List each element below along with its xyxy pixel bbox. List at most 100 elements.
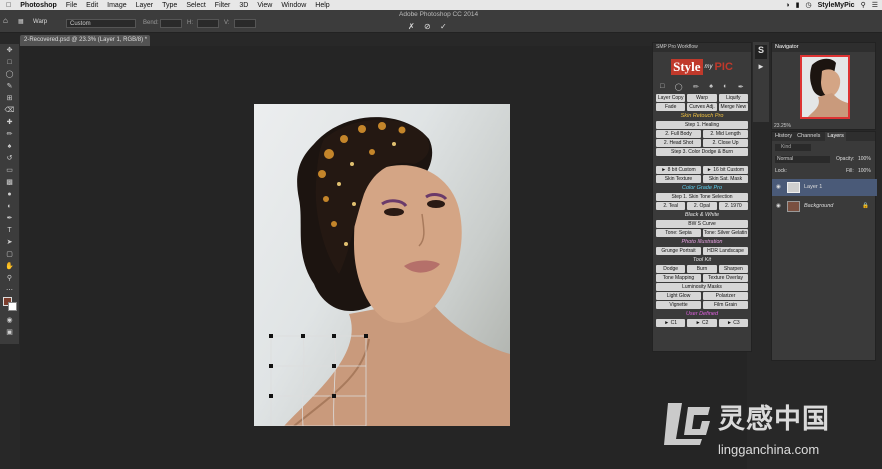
home-icon[interactable]: ⌂ (3, 16, 8, 25)
navigator-thumbnail[interactable] (800, 55, 850, 119)
smp-action-button[interactable]: Step 1. Skin Tone Selection (656, 193, 748, 201)
smp-action-button[interactable]: Warp (687, 94, 717, 102)
menu-type[interactable]: Type (162, 2, 177, 9)
zoom-tool-icon[interactable]: ⚲ (0, 272, 19, 284)
smp-action-button[interactable]: ► 16 bit Custom (703, 166, 748, 174)
smp-action-button[interactable]: Polarizer (703, 292, 748, 300)
clock-icon[interactable]: ◷ (806, 1, 812, 9)
smp-action-button[interactable]: Skin Texture (656, 175, 701, 183)
smp-action-button[interactable]: Grunge Portrait (656, 247, 701, 255)
move-tool-icon[interactable]: ✥ (0, 44, 19, 56)
crop-tool-icon[interactable]: ⊞ (0, 92, 19, 104)
lasso-tool-icon[interactable]: ◯ (0, 68, 19, 80)
tab-navigator[interactable]: Navigator (775, 43, 799, 52)
menu-edit[interactable]: Edit (86, 2, 98, 9)
smp-action-button[interactable]: Skin Sat. Mask (703, 175, 748, 183)
v-input[interactable] (234, 19, 256, 28)
hand-tool-icon[interactable]: ✋ (0, 260, 19, 272)
menu-filter[interactable]: Filter (215, 2, 231, 9)
smp-action-button[interactable]: 2. Close Up (703, 139, 748, 147)
fill-value[interactable]: 100% (858, 168, 871, 174)
menu-3d[interactable]: 3D (239, 2, 248, 9)
quick-mask-icon[interactable]: ◉ (0, 314, 19, 326)
smp-action-button[interactable]: Luminosity Masks (656, 283, 748, 291)
layer1-name[interactable]: Layer 1 (804, 179, 822, 196)
smp-action-button[interactable]: ► 8 bit Custom (656, 166, 701, 174)
layer-filter-select[interactable]: Kind (775, 144, 811, 151)
screen-mode-icon[interactable]: ▣ (0, 326, 19, 338)
smp-action-button[interactable]: ► C2 (687, 319, 717, 327)
smp-action-button[interactable]: Light Glow (656, 292, 701, 300)
tab-channels[interactable]: Channels (797, 132, 820, 141)
menu-photoshop[interactable]: Photoshop (20, 2, 57, 9)
menu-image[interactable]: Image (107, 2, 126, 9)
smp-action-button[interactable]: Layer Copy (656, 94, 686, 102)
smp-action-button[interactable]: Liquify (718, 94, 748, 102)
path-select-tool-icon[interactable]: ➤ (0, 236, 19, 248)
opacity-value[interactable]: 100% (858, 156, 871, 162)
smp-dock-icon[interactable]: S (755, 45, 767, 59)
smp-action-button[interactable]: Vignette (656, 301, 701, 309)
lasso-icon[interactable]: ◯ (675, 83, 683, 93)
marquee-tool-icon[interactable]: □ (0, 56, 19, 68)
warp-style-select[interactable]: Custom (66, 19, 136, 28)
play-icon[interactable]: ► (755, 62, 767, 76)
shape-tool-icon[interactable]: ▢ (0, 248, 19, 260)
eyedropper-tool-icon[interactable]: ⌫ (0, 104, 19, 116)
dodge-tool-icon[interactable]: ◐ (0, 200, 19, 212)
more-tools-icon[interactable]: ⋯ (0, 284, 19, 296)
smp-action-button[interactable]: Burn (687, 265, 717, 273)
stamp-tool-icon[interactable]: ♠ (0, 140, 19, 152)
smp-action-button[interactable]: 2. Opal (687, 202, 717, 210)
navigator-zoom[interactable]: 23.25% (774, 123, 791, 129)
smp-action-button[interactable]: BW S Curve (656, 220, 748, 228)
menu-window[interactable]: Window (281, 2, 306, 9)
list-icon[interactable]: ☰ (872, 1, 878, 9)
commit-transform-icon[interactable]: ✓ (440, 22, 447, 31)
smp-action-button[interactable]: Tone: Sepia (656, 229, 701, 237)
quick-select-tool-icon[interactable]: ✎ (0, 80, 19, 92)
type-tool-icon[interactable]: T (0, 224, 19, 236)
gradient-tool-icon[interactable]: ▩ (0, 176, 19, 188)
smp-action-button[interactable]: Step 3. Color Dodge & Burn (656, 148, 748, 156)
visibility-eye-icon[interactable]: ◉ (776, 179, 781, 196)
smp-action-button[interactable]: ► C1 (656, 319, 686, 327)
blend-mode-select[interactable]: Normal (775, 156, 830, 163)
smp-action-button[interactable]: Sharpen (718, 265, 748, 273)
tab-history[interactable]: History (775, 132, 792, 141)
document-image[interactable] (254, 104, 510, 426)
background-color[interactable] (8, 302, 17, 311)
layer-row-layer1[interactable]: ◉ Layer 1 (772, 179, 877, 196)
menu-user-name[interactable]: StyleMyPic (818, 2, 855, 9)
brush-tool-icon[interactable]: ✏ (0, 128, 19, 140)
healing-tool-icon[interactable]: ✚ (0, 116, 19, 128)
smp-action-button[interactable]: Film Grain (703, 301, 748, 309)
search-icon[interactable]: ⚲ (861, 1, 866, 9)
marquee-icon[interactable]: □ (660, 83, 664, 93)
h-input[interactable] (197, 19, 219, 28)
wifi-icon[interactable]: ◑ (785, 2, 789, 9)
menu-view[interactable]: View (257, 2, 272, 9)
smp-action-button[interactable]: 2. Teal (656, 202, 686, 210)
background-name[interactable]: Background (804, 198, 833, 215)
pen-tool-icon[interactable]: ✒ (0, 212, 19, 224)
smp-action-button[interactable]: 2. Mid Length (703, 130, 748, 138)
smp-action-button[interactable]: Fade (656, 103, 686, 111)
stamp-icon[interactable]: ♠ (709, 83, 713, 93)
smp-action-button[interactable]: Tone Mapping (656, 274, 701, 282)
history-brush-tool-icon[interactable]: ↺ (0, 152, 19, 164)
smp-action-button[interactable]: 2. Full Body (656, 130, 701, 138)
apple-menu-icon[interactable]:  (6, 2, 11, 9)
smp-action-button[interactable]: Tone: Silver Gelatin (703, 229, 748, 237)
menu-file[interactable]: File (66, 2, 77, 9)
smp-action-button[interactable]: 2. 1970 (718, 202, 748, 210)
menu-select[interactable]: Select (186, 2, 205, 9)
battery-icon[interactable]: ▮ (796, 1, 800, 9)
bend-input[interactable] (160, 19, 182, 28)
smp-action-button[interactable]: Dodge (656, 265, 686, 273)
visibility-eye-icon[interactable]: ◉ (776, 198, 781, 215)
color-swatches[interactable] (0, 296, 19, 314)
menu-help[interactable]: Help (315, 2, 329, 9)
tab-layers[interactable]: Layers (825, 132, 846, 141)
smp-action-button[interactable]: Curves Adj. (687, 103, 717, 111)
